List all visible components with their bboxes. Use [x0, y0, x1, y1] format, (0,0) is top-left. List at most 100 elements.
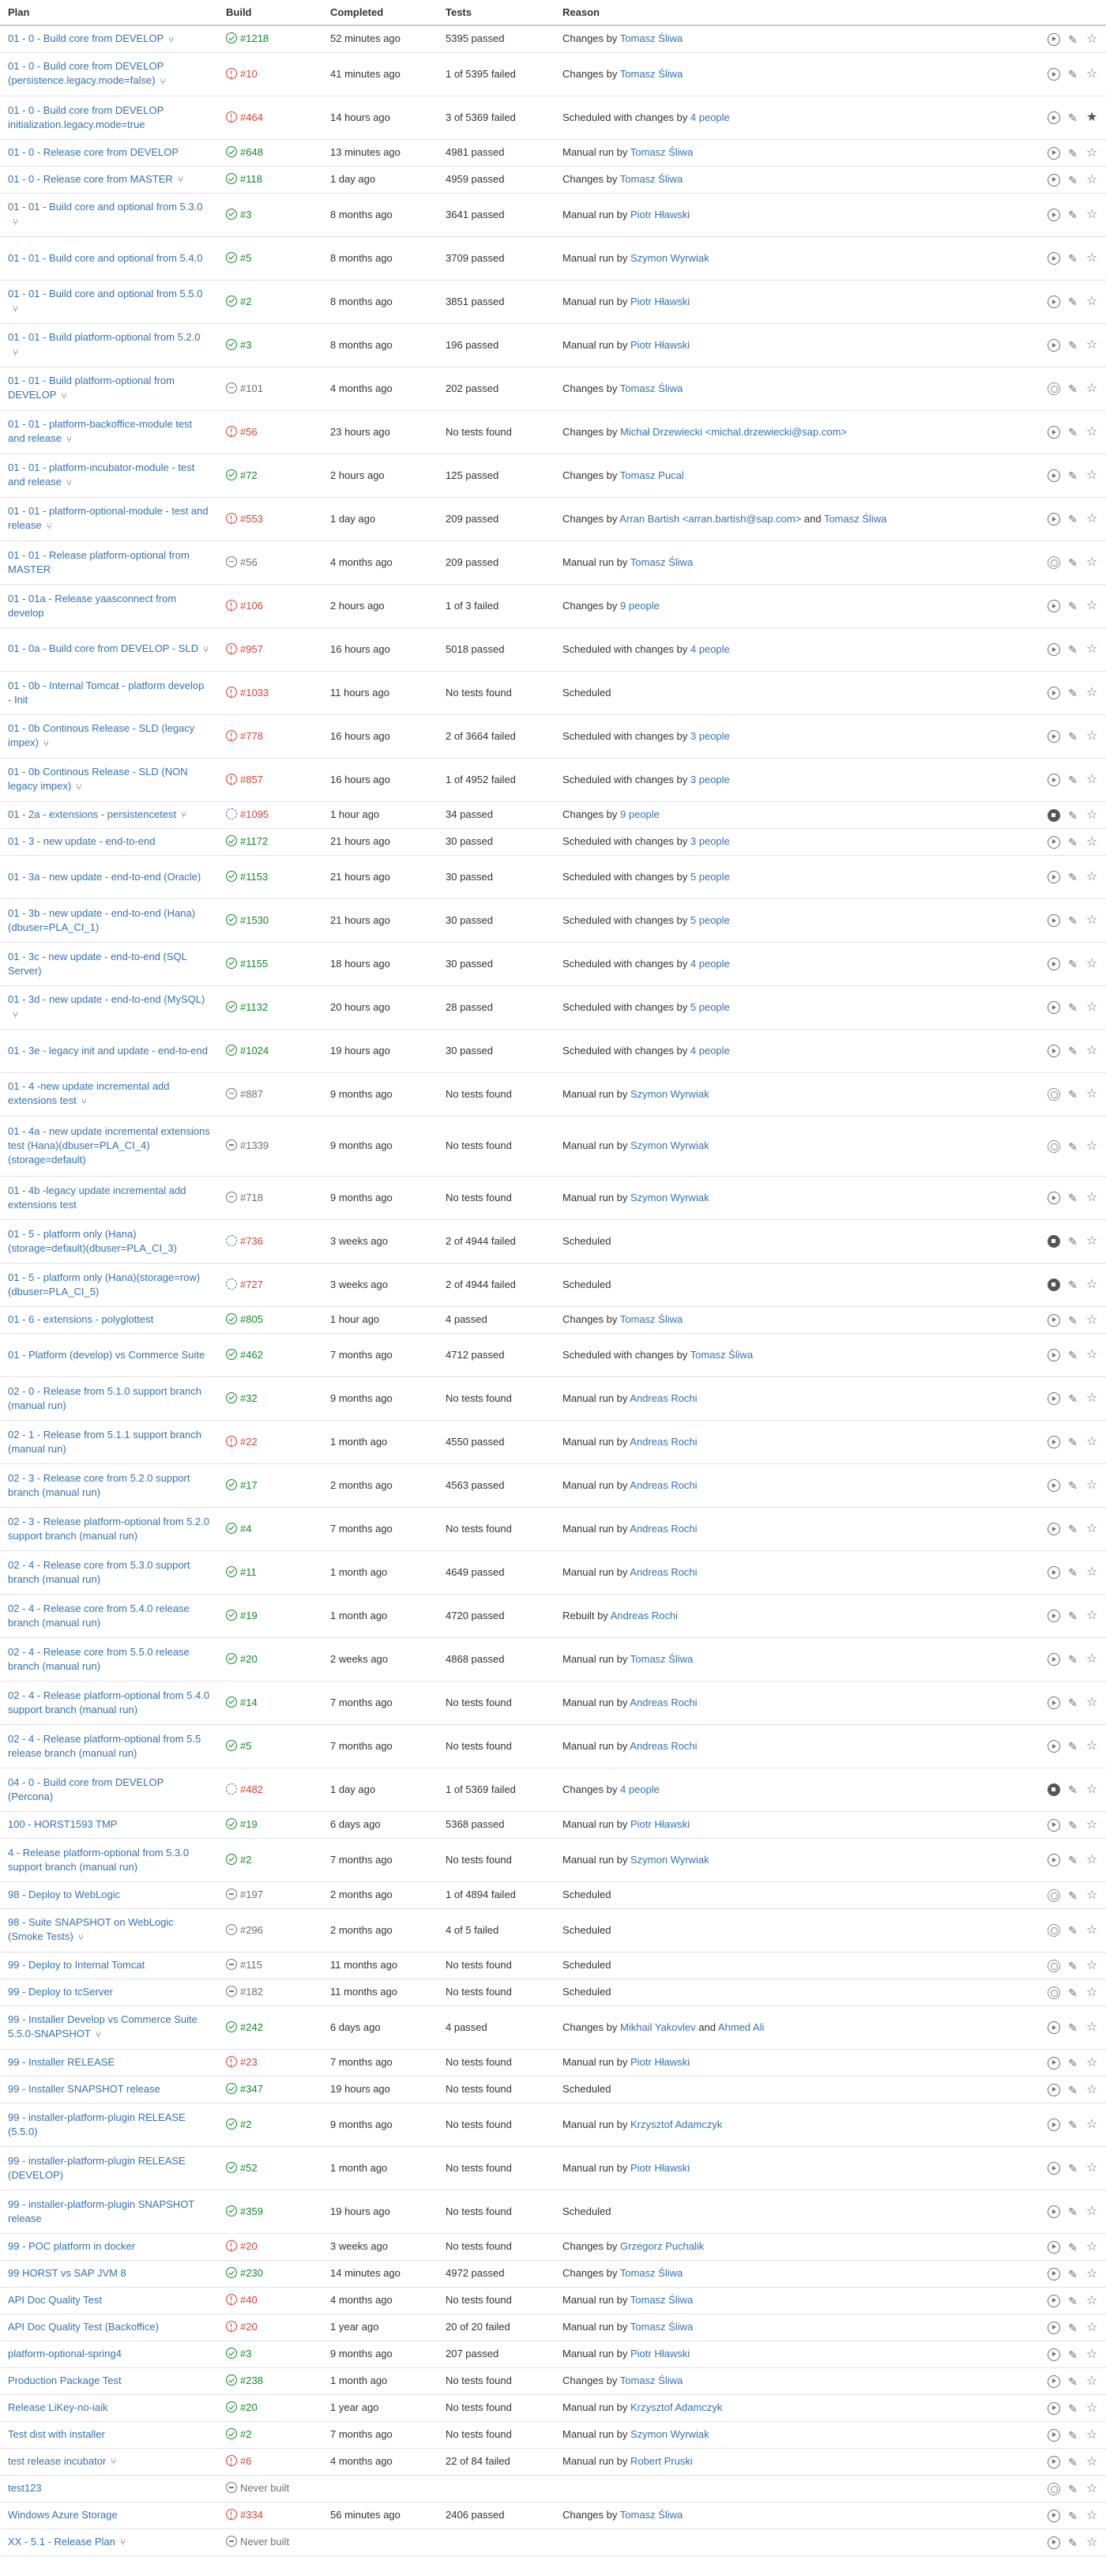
plan-link[interactable]: 02 - 4 - Release core from 5.5.0 release… — [8, 1646, 190, 1672]
play-circle-icon[interactable] — [1048, 513, 1060, 526]
branch-icon[interactable]: ⑂ — [43, 736, 49, 751]
star-icon[interactable]: ★ — [1085, 111, 1098, 124]
build-number-link[interactable]: #334 — [240, 2509, 263, 2521]
star-icon[interactable]: ☆ — [1085, 2348, 1098, 2361]
build-number-link[interactable]: #1218 — [240, 32, 269, 44]
play-circle-icon[interactable] — [1048, 339, 1060, 352]
reason-link[interactable]: Piotr Hławski — [630, 339, 690, 351]
plan-link[interactable]: 04 - 0 - Build core from DEVELOP (Percon… — [8, 1776, 164, 1802]
star-icon[interactable]: ☆ — [1085, 871, 1098, 883]
branch-icon[interactable]: ⑂ — [66, 432, 72, 446]
plan-link[interactable]: 02 - 0 - Release from 5.1.0 support bran… — [8, 1385, 201, 1411]
reason-link[interactable]: 4 people — [690, 1045, 730, 1056]
reason-link[interactable]: Tomasz Śliwa — [630, 2294, 693, 2306]
pencil-icon[interactable]: ✎ — [1066, 2348, 1079, 2361]
pencil-icon[interactable]: ✎ — [1066, 111, 1079, 124]
plan-link[interactable]: 99 - POC platform in docker — [8, 2240, 135, 2252]
plan-link[interactable]: 01 - 3d - new update - end-to-end (MySQL… — [8, 993, 205, 1005]
star-icon[interactable]: ☆ — [1085, 1986, 1098, 1999]
star-icon[interactable]: ☆ — [1085, 1349, 1098, 1361]
reason-link[interactable]: Andreas Rochi — [630, 1436, 697, 1448]
plan-link[interactable]: 01 - 0b - Internal Tomcat - platform dev… — [8, 680, 204, 706]
play-circle-icon[interactable] — [1048, 2240, 1060, 2254]
pencil-icon[interactable]: ✎ — [1066, 1045, 1079, 1057]
play-circle-icon[interactable] — [1048, 173, 1060, 186]
pencil-icon[interactable]: ✎ — [1066, 382, 1079, 395]
pencil-icon[interactable]: ✎ — [1066, 914, 1079, 927]
build-number-link[interactable]: #52 — [240, 2162, 258, 2174]
star-icon[interactable]: ☆ — [1085, 687, 1098, 699]
branch-icon[interactable]: ⑂ — [160, 74, 166, 89]
reason-link[interactable]: 9 people — [620, 808, 660, 820]
plan-link[interactable]: 02 - 4 - Release core from 5.3.0 support… — [8, 1559, 190, 1585]
reason-link[interactable]: Tomasz Śliwa — [630, 1653, 693, 1665]
star-icon[interactable]: ☆ — [1085, 1479, 1098, 1492]
plan-link[interactable]: 02 - 4 - Release core from 5.4.0 release… — [8, 1602, 190, 1629]
plan-link[interactable]: platform-optional-spring4 — [8, 2348, 122, 2359]
reason-link[interactable]: Andreas Rochi — [630, 1566, 697, 1578]
pencil-icon[interactable]: ✎ — [1066, 2268, 1079, 2280]
reason-link[interactable]: Arran Bartish <arran.bartish@sap.com> — [619, 513, 801, 525]
play-circle-icon[interactable] — [1048, 687, 1060, 700]
star-icon[interactable]: ☆ — [1085, 643, 1098, 656]
star-icon[interactable]: ☆ — [1085, 1818, 1098, 1832]
plan-link[interactable]: 99 - installer-platform-plugin RELEASE (… — [8, 2155, 186, 2181]
plan-link[interactable]: 01 - 01a - Release yaasconnect from deve… — [8, 593, 176, 619]
build-number-link[interactable]: #1155 — [240, 958, 268, 970]
star-icon[interactable]: ☆ — [1085, 835, 1098, 849]
pencil-icon[interactable]: ✎ — [1066, 1740, 1079, 1753]
pencil-icon[interactable]: ✎ — [1066, 2322, 1079, 2334]
star-icon[interactable]: ☆ — [1085, 1192, 1098, 1204]
plan-link[interactable]: test release incubator — [8, 2455, 106, 2467]
star-icon[interactable]: ☆ — [1085, 2482, 1098, 2495]
branch-icon[interactable]: ⑂ — [81, 1094, 87, 1109]
plan-link[interactable]: Test dist with installer — [8, 2428, 105, 2440]
reason-link[interactable]: 4 people — [690, 643, 730, 655]
build-number-link[interactable]: #1172 — [240, 835, 268, 847]
plan-link[interactable]: 01 - 4b -legacy update incremental add e… — [8, 1184, 186, 1211]
build-number-link[interactable]: #2 — [240, 1854, 251, 1866]
build-number-link[interactable]: #464 — [240, 111, 263, 123]
play-circle-icon[interactable] — [1048, 1818, 1060, 1832]
play-circle-icon[interactable] — [1048, 1854, 1060, 1867]
pencil-icon[interactable]: ✎ — [1066, 1392, 1079, 1405]
play-circle-icon[interactable] — [1048, 2162, 1060, 2175]
play-circle-icon[interactable] — [1048, 1740, 1060, 1753]
branch-icon[interactable]: ⑂ — [111, 2454, 116, 2469]
plan-link[interactable]: 01 - 01 - Build core and optional from 5… — [8, 288, 202, 299]
star-icon[interactable]: ☆ — [1085, 1313, 1098, 1327]
plan-link[interactable]: 01 - 3e - legacy init and update - end-t… — [8, 1045, 208, 1056]
reason-link[interactable]: 4 people — [690, 111, 730, 123]
branch-icon[interactable]: ⑂ — [13, 302, 18, 316]
build-number-link[interactable]: #10 — [240, 68, 258, 80]
star-icon[interactable]: ☆ — [1085, 1392, 1098, 1405]
pencil-icon[interactable]: ✎ — [1066, 2057, 1079, 2069]
play-circle-icon[interactable] — [1048, 146, 1060, 160]
branch-icon[interactable]: ⑂ — [178, 172, 183, 186]
plan-link[interactable]: 02 - 3 - Release platform-optional from … — [8, 1516, 209, 1542]
pencil-icon[interactable]: ✎ — [1066, 2536, 1079, 2549]
pencil-icon[interactable]: ✎ — [1066, 426, 1079, 439]
build-number-link[interactable]: #20 — [240, 2401, 258, 2413]
build-number-link[interactable]: #22 — [240, 1436, 258, 1448]
branch-icon[interactable]: ⑂ — [168, 32, 174, 47]
stop-circle-icon[interactable] — [1048, 808, 1060, 822]
pencil-icon[interactable]: ✎ — [1066, 2021, 1079, 2034]
pencil-icon[interactable]: ✎ — [1066, 1349, 1079, 1361]
star-icon[interactable]: ☆ — [1085, 730, 1098, 743]
reason-link[interactable]: Piotr Hławski — [630, 2162, 690, 2174]
reason-link[interactable]: Piotr Hławski — [630, 2348, 690, 2359]
build-number-link[interactable]: #887 — [240, 1088, 263, 1100]
build-number-link[interactable]: #20 — [240, 2321, 258, 2333]
plan-link[interactable]: 99 HORST vs SAP JVM 8 — [8, 2267, 126, 2279]
play-circle-icon[interactable] — [1048, 2375, 1060, 2388]
build-number-link[interactable]: #359 — [240, 2205, 263, 2217]
build-number-link[interactable]: #553 — [240, 513, 263, 525]
pencil-icon[interactable]: ✎ — [1066, 1279, 1079, 1291]
reason-link[interactable]: Andreas Rochi — [611, 1610, 678, 1621]
play-circle-icon[interactable] — [1048, 1313, 1060, 1327]
reason-link[interactable]: Andreas Rochi — [630, 1392, 697, 1404]
star-icon[interactable]: ☆ — [1085, 1235, 1098, 1248]
branch-icon[interactable]: ⑂ — [120, 2535, 126, 2549]
build-number-link[interactable]: #20 — [240, 1653, 258, 1665]
